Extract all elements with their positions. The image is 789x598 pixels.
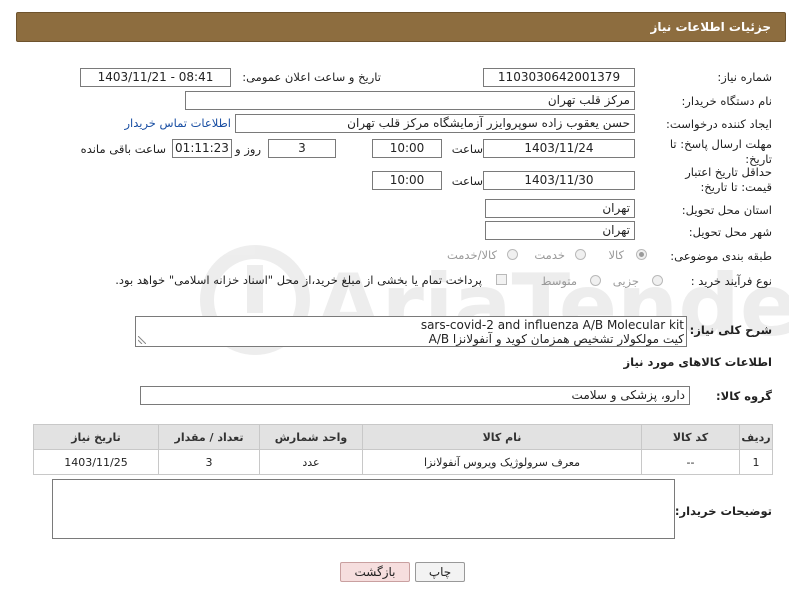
back-button[interactable]: بازگشت	[340, 562, 410, 582]
category-both-radio[interactable]	[507, 249, 518, 260]
buyer-notes-label: توضیحات خریدار:	[674, 504, 772, 518]
need-number-field: 1103030642001379	[483, 68, 635, 87]
reply-date-field: 1403/11/24	[483, 139, 635, 158]
announce-datetime-field: 1403/11/21 - 08:41	[80, 68, 231, 87]
buyer-org-field: مرکز قلب تهران	[185, 91, 635, 110]
page-title: جزئیات اطلاعات نیاز	[650, 20, 771, 34]
delivery-province-label: استان محل تحویل:	[681, 203, 772, 217]
remaining-label: ساعت باقی مانده	[80, 142, 166, 156]
price-validity-time-field: 10:00	[372, 171, 442, 190]
buyer-org-label: نام دستگاه خریدار:	[681, 94, 772, 108]
treasury-bonds-note: پرداخت تمام یا بخشی از مبلغ خرید،از محل …	[115, 273, 482, 287]
summary-line-1: sars-covid-2 and influenza A/B Molecular…	[420, 318, 684, 332]
requester-label: ایجاد کننده درخواست:	[666, 117, 772, 131]
category-goods-label: کالا	[608, 248, 624, 262]
category-service-label: خدمت	[534, 248, 565, 262]
process-minor-radio[interactable]	[652, 275, 663, 286]
cell-unit: عدد	[259, 449, 363, 475]
announce-datetime-label: تاریخ و ساعت اعلان عمومی:	[242, 70, 381, 84]
col-header-date: تاریخ نیاز	[33, 424, 159, 450]
category-label: طبقه بندی موضوعی:	[670, 249, 772, 263]
category-goods-radio[interactable]	[636, 249, 647, 260]
days-label: روز و	[235, 142, 261, 156]
process-medium-label: متوسط	[540, 274, 577, 288]
goods-group-label: گروه کالا:	[716, 389, 772, 403]
cell-name: معرف سرولوژیک ویروس آنفولانزا	[362, 449, 642, 475]
delivery-city-field: تهران	[485, 221, 635, 240]
resize-grip-icon[interactable]	[138, 336, 146, 344]
col-header-code: کد کالا	[641, 424, 740, 450]
reply-time-label: ساعت	[451, 142, 483, 156]
cell-code: --	[641, 449, 740, 475]
summary-line-2: کیت مولکولار تشخیص همزمان کوید و آنفولان…	[428, 332, 684, 346]
treasury-bonds-checkbox[interactable]	[496, 274, 507, 285]
buyer-notes-textarea	[52, 479, 675, 539]
summary-textarea: sars-covid-2 and influenza A/B Molecular…	[135, 316, 687, 347]
reply-deadline-label: مهلت ارسال پاسخ: تا تاریخ:	[669, 137, 772, 166]
cell-row: 1	[739, 449, 773, 475]
col-header-qty: تعداد / مقدار	[158, 424, 260, 450]
col-header-unit: واحد شمارش	[259, 424, 363, 450]
requester-field: حسن یعقوب زاده سوپروایزر آزمایشگاه مرکز …	[235, 114, 635, 133]
remaining-time-field: 01:11:23	[172, 139, 232, 158]
price-validity-date-field: 1403/11/30	[483, 171, 635, 190]
reply-days-field: 3	[268, 139, 336, 158]
col-header-row: ردیف	[739, 424, 773, 450]
page-header: جزئیات اطلاعات نیاز	[16, 12, 786, 42]
cell-date: 1403/11/25	[33, 449, 159, 475]
goods-section-title: اطلاعات کالاهای مورد نیاز	[623, 355, 772, 369]
price-validity-time-label: ساعت	[451, 174, 483, 188]
print-button[interactable]: چاپ	[415, 562, 465, 582]
table-row: 1 -- معرف سرولوژیک ویروس آنفولانزا عدد 3…	[33, 449, 773, 475]
col-header-name: نام کالا	[362, 424, 642, 450]
category-both-label: کالا/خدمت	[446, 248, 497, 262]
summary-label: شرح کلی نیاز:	[689, 323, 772, 337]
goods-group-field: دارو، پزشکی و سلامت	[140, 386, 690, 405]
process-minor-label: جزیی	[612, 274, 639, 288]
table-header-row: ردیف کد کالا نام کالا واحد شمارش تعداد /…	[33, 424, 773, 450]
process-type-label: نوع فرآیند خرید :	[690, 274, 772, 288]
delivery-province-field: تهران	[485, 199, 635, 218]
process-medium-radio[interactable]	[590, 275, 601, 286]
buyer-contact-link[interactable]: اطلاعات تماس خریدار	[124, 116, 231, 130]
price-validity-label: حداقل تاریخ اعتبار قیمت: تا تاریخ:	[685, 165, 772, 194]
need-number-label: شماره نیاز:	[717, 70, 772, 84]
reply-time-field: 10:00	[372, 139, 442, 158]
items-table: ردیف کد کالا نام کالا واحد شمارش تعداد /…	[33, 424, 773, 475]
delivery-city-label: شهر محل تحویل:	[688, 225, 772, 239]
category-service-radio[interactable]	[575, 249, 586, 260]
cell-qty: 3	[158, 449, 260, 475]
